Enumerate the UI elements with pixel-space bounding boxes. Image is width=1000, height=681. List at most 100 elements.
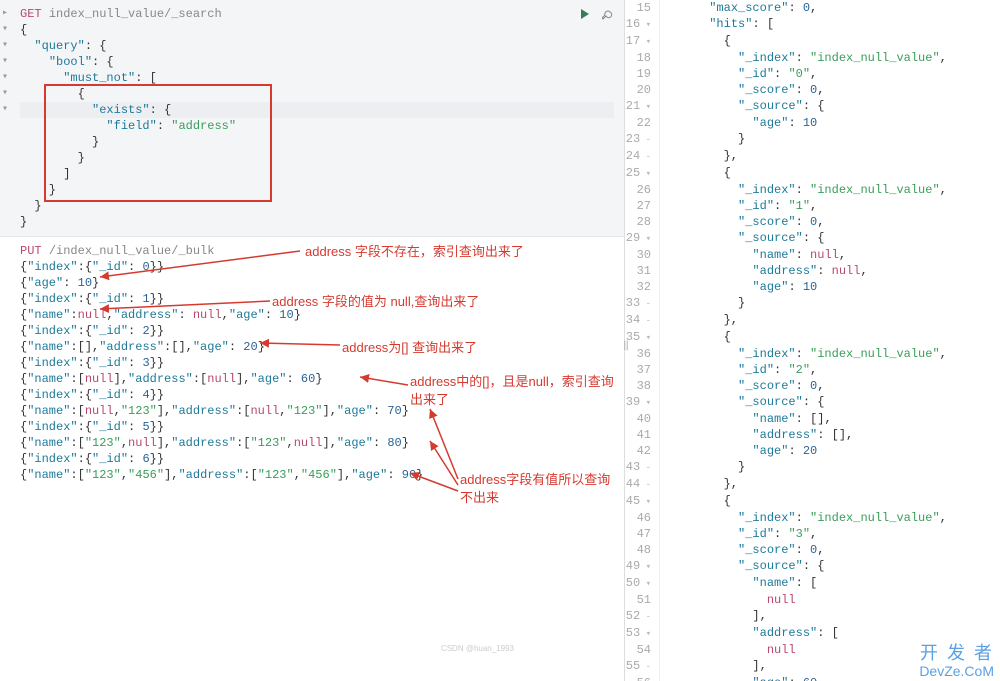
line-number: 22 [625,115,659,131]
query-editor[interactable]: ▸GET index_null_value/_search ▾{▾ "query… [0,0,624,237]
result-line[interactable]: 33 - } [625,295,1000,312]
line-code: "max_score": 0, [659,0,1000,16]
annotation-1: address 字段不存在，索引查询出来了 [305,241,524,260]
bulk-editor[interactable]: PUT /index_null_value/_bulk {"index":{"_… [0,237,624,489]
fold-arrow-icon[interactable]: ▸ [2,6,8,22]
code-line[interactable]: ▾ { [20,86,614,102]
result-line[interactable]: 43 - } [625,459,1000,476]
result-line[interactable]: 39 ▾ "_source": { [625,394,1000,411]
result-line[interactable]: 52 - ], [625,608,1000,625]
result-line[interactable]: 17 ▾ { [625,33,1000,50]
result-line[interactable]: 36 "_index": "index_null_value", [625,346,1000,362]
result-line[interactable]: 26 "_index": "index_null_value", [625,182,1000,198]
line-number: 37 [625,362,659,378]
code-line[interactable]: ▾ "query": { [20,38,614,54]
result-line[interactable]: 40 "name": [], [625,411,1000,427]
code-line[interactable]: } [20,150,614,166]
line-number: 40 [625,411,659,427]
code-line[interactable]: } [20,182,614,198]
response-viewer[interactable]: 15 "max_score": 0,16 ▾ "hits": [17 ▾ {18… [625,0,1000,681]
line-code: }, [659,476,1000,493]
code-line[interactable]: ▾ "exists": { [20,102,614,118]
code-line[interactable]: } [20,134,614,150]
result-line[interactable]: 38 "_score": 0, [625,378,1000,394]
code-line[interactable]: {"index":{"_id": 2}} [20,323,614,339]
result-line[interactable]: 22 "age": 10 [625,115,1000,131]
line-code: "age": 20 [659,443,1000,459]
line-number: 51 [625,592,659,608]
fold-arrow-icon[interactable]: ▾ [2,22,8,38]
line-number: 39 ▾ [625,394,659,411]
line-code: "address": [ [659,625,1000,642]
result-line[interactable]: 34 - }, [625,312,1000,329]
result-line[interactable]: 32 "age": 10 [625,279,1000,295]
result-line[interactable]: 37 "_id": "2", [625,362,1000,378]
result-line[interactable]: 18 "_index": "index_null_value", [625,50,1000,66]
code-line[interactable]: {"index":{"_id": 6}} [20,451,614,467]
code-line[interactable]: {"name":["123",null],"address":["123",nu… [20,435,614,451]
result-line[interactable]: 28 "_score": 0, [625,214,1000,230]
result-line[interactable]: 20 "_score": 0, [625,82,1000,98]
line-code: "hits": [ [659,16,1000,33]
result-line[interactable]: 44 - }, [625,476,1000,493]
result-line[interactable]: 31 "address": null, [625,263,1000,279]
result-line[interactable]: 51 null [625,592,1000,608]
code-line[interactable]: {"age": 10} [20,275,614,291]
fold-arrow-icon[interactable]: ▾ [2,38,8,54]
code-line[interactable]: ▾{ [20,22,614,38]
result-line[interactable]: 53 ▾ "address": [ [625,625,1000,642]
line-code: }, [659,148,1000,165]
fold-arrow-icon[interactable]: ▾ [2,54,8,70]
code-line[interactable]: ▾ "bool": { [20,54,614,70]
result-line[interactable]: 25 ▾ { [625,165,1000,182]
code-line[interactable]: {"name":[],"address":[],"age": 20} [20,339,614,355]
line-number: 50 ▾ [625,575,659,592]
result-line[interactable]: 49 ▾ "_source": { [625,558,1000,575]
fold-arrow-icon[interactable]: ▾ [2,70,8,86]
result-line[interactable]: 19 "_id": "0", [625,66,1000,82]
line-number: 38 [625,378,659,394]
left-pane: ▸GET index_null_value/_search ▾{▾ "query… [0,0,625,681]
result-line[interactable]: 45 ▾ { [625,493,1000,510]
line-number: 25 ▾ [625,165,659,182]
result-line[interactable]: 50 ▾ "name": [ [625,575,1000,592]
code-line[interactable]: {"index":{"_id": 0}} [20,259,614,275]
code-line[interactable]: {"index":{"_id": 5}} [20,419,614,435]
result-line[interactable]: 21 ▾ "_source": { [625,98,1000,115]
result-line[interactable]: 15 "max_score": 0, [625,0,1000,16]
code-line[interactable]: {"index":{"_id": 3}} [20,355,614,371]
annotation-5: address字段有值所以查询不出来 [460,471,620,507]
line-number: 15 [625,0,659,16]
code-line[interactable]: ] [20,166,614,182]
result-line[interactable]: 27 "_id": "1", [625,198,1000,214]
line-code: "_source": { [659,394,1000,411]
result-line[interactable]: 48 "_score": 0, [625,542,1000,558]
result-line[interactable]: 29 ▾ "_source": { [625,230,1000,247]
code-line[interactable]: ▾ "must_not": [ [20,70,614,86]
line-code: { [659,165,1000,182]
result-line[interactable]: 42 "age": 20 [625,443,1000,459]
result-line[interactable]: 24 - }, [625,148,1000,165]
result-line[interactable]: 30 "name": null, [625,247,1000,263]
result-line[interactable]: 16 ▾ "hits": [ [625,16,1000,33]
fold-arrow-icon[interactable]: ▾ [2,102,8,118]
code-line[interactable]: "field": "address" [20,118,614,134]
result-line[interactable]: 35 ▾ { [625,329,1000,346]
code-line[interactable]: } [20,198,614,214]
line-number: 19 [625,66,659,82]
result-line[interactable]: 23 - } [625,131,1000,148]
code-line[interactable]: } [20,214,614,230]
request-line[interactable]: ▸GET index_null_value/_search [20,6,614,22]
line-code: "_source": { [659,230,1000,247]
result-line[interactable]: 41 "address": [], [625,427,1000,443]
line-number: 31 [625,263,659,279]
result-line[interactable]: 46 "_index": "index_null_value", [625,510,1000,526]
line-code: "_id": "0", [659,66,1000,82]
line-code: "_score": 0, [659,214,1000,230]
line-code: "_score": 0, [659,542,1000,558]
annotation-3: address为[] 查询出来了 [342,337,477,356]
fold-arrow-icon[interactable]: ▾ [2,86,8,102]
line-number: 43 - [625,459,659,476]
result-line[interactable]: 47 "_id": "3", [625,526,1000,542]
line-number: 29 ▾ [625,230,659,247]
